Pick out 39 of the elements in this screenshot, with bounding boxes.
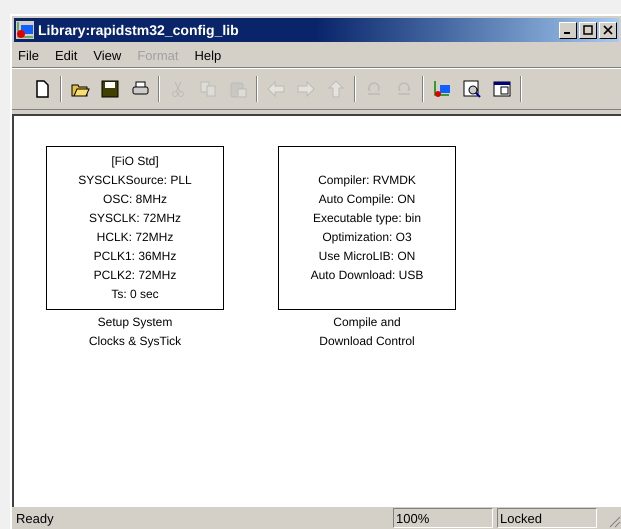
menu-item[interactable]: File: [18, 46, 39, 66]
block-text: Auto Compile: ON: [318, 191, 416, 208]
block-text: HCLK: 72MHz: [96, 229, 174, 246]
block-text: Ts: 0 sec: [111, 286, 159, 303]
app-icon: [16, 21, 34, 39]
maximize-icon: [583, 25, 593, 35]
block-caption: Compile and: [333, 314, 401, 331]
minimize-icon: [563, 32, 573, 34]
block-text: Use MicroLIB: ON: [318, 248, 416, 265]
block-text: [FiO Std]: [111, 153, 159, 170]
block-text: SYSCLKSource: PLL: [78, 172, 192, 189]
block-caption: Download Control: [319, 333, 415, 350]
menu-item[interactable]: Help: [194, 46, 222, 66]
window-icon[interactable]: [492, 79, 512, 99]
menu-item[interactable]: Edit: [54, 46, 78, 66]
block-icon[interactable]: [432, 79, 452, 99]
block-text: SYSCLK: 72MHz: [88, 210, 182, 227]
window-title: Library:rapidstm32_config_lib: [38, 20, 239, 40]
block-caption: Setup System: [98, 314, 172, 331]
maximize-button[interactable]: [579, 22, 597, 38]
block-text: Optimization: O3: [322, 229, 412, 246]
block[interactable]: Compiler: RVMDK Auto Compile: ON Executable type: bin Optimization: O3 Use MicroLIB: ON Auto Download: USB: [278, 146, 456, 310]
resize-grip-icon: [607, 514, 621, 528]
block[interactable]: [FiO Std] SYSCLKSource: PLL OSC: 8MHz SYSCLK: 72MHz HCLK: 72MHz PCLK1: 36MHz PCLK2: 72MHz Ts: 0 sec: [46, 146, 224, 310]
block-text: Auto Download: USB: [310, 267, 424, 284]
zoom-indicator: 100%: [393, 508, 493, 528]
minimize-button[interactable]: [559, 22, 577, 38]
close-icon: [603, 25, 613, 35]
block-text: Executable type: bin: [312, 210, 422, 227]
status-message: Ready: [15, 510, 55, 528]
menu-item[interactable]: View: [93, 46, 122, 66]
magnifier-icon[interactable]: [462, 79, 482, 99]
block-caption: Clocks & SysTick: [88, 333, 182, 350]
block-text: PCLK1: 36MHz: [94, 248, 176, 265]
block-text: PCLK2: 72MHz: [94, 267, 176, 284]
close-button[interactable]: [599, 22, 617, 38]
block-text: Compiler: RVMDK: [318, 172, 416, 189]
lock-indicator: Locked: [497, 508, 597, 528]
block-text: OSC: 8MHz: [102, 191, 167, 208]
